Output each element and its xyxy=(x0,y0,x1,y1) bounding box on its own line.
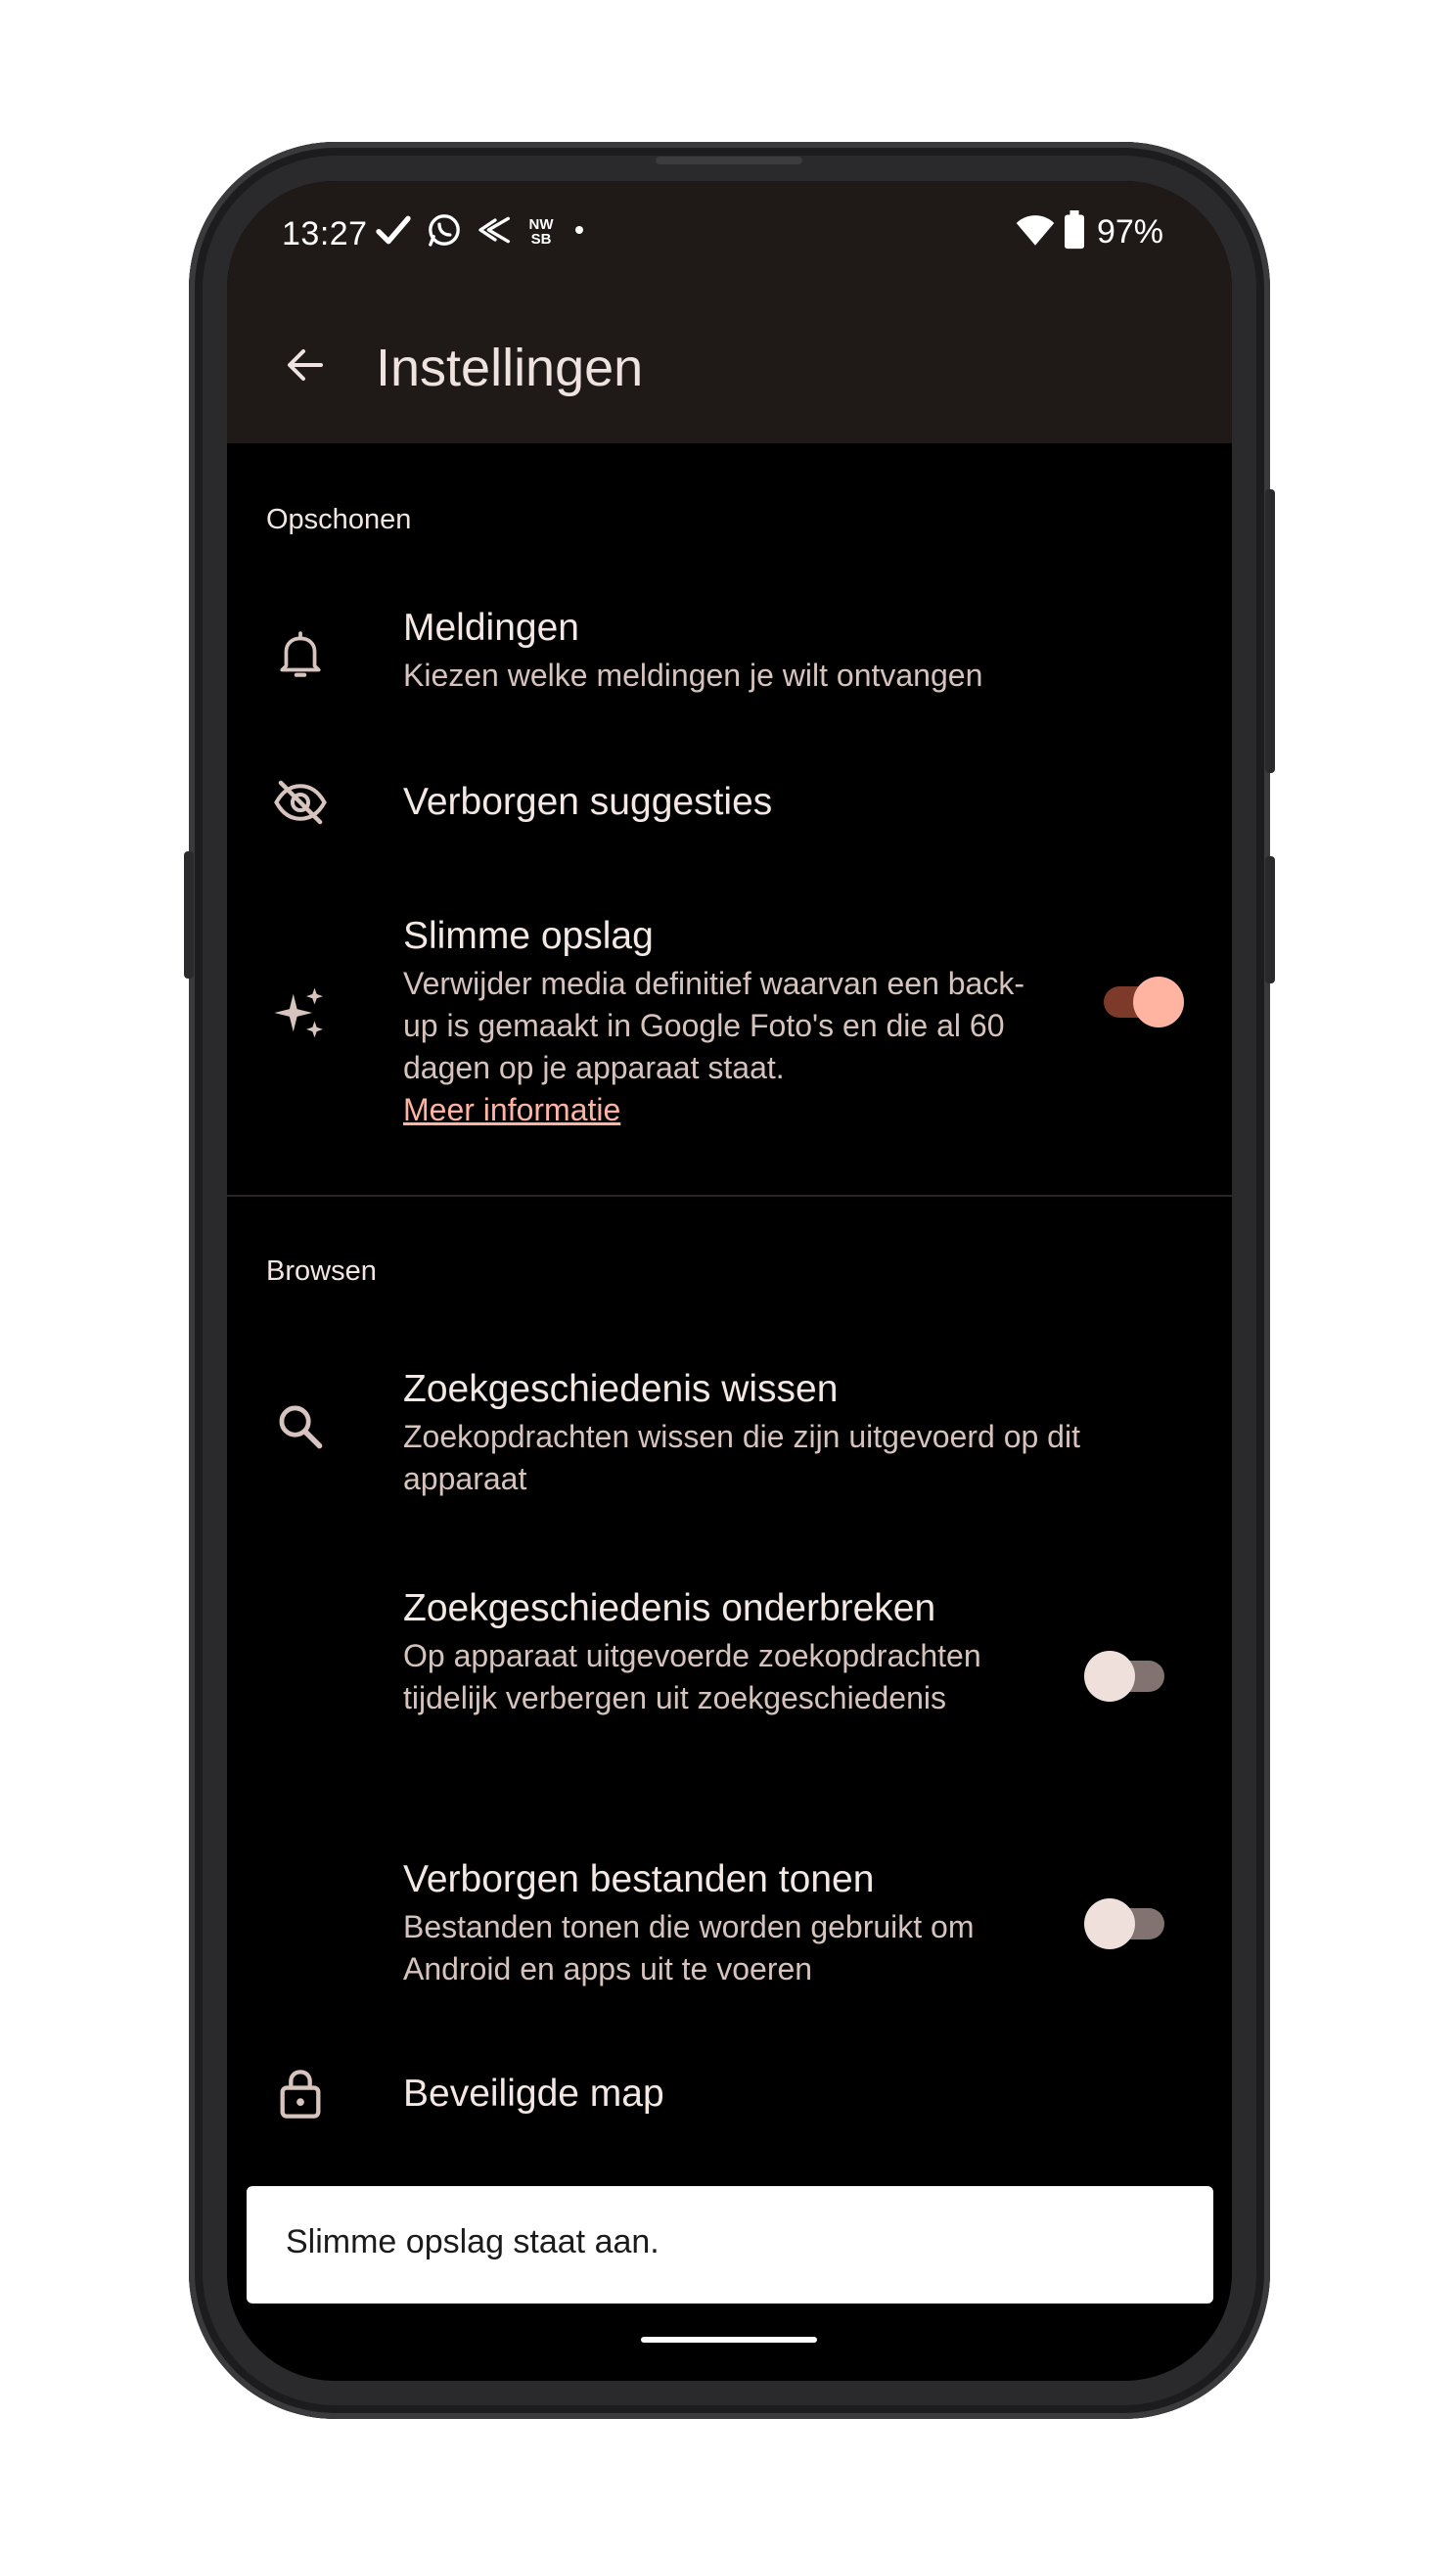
settings-item-clear-search-history[interactable]: Zoekgeschiedenis wissen Zoekopdrachten w… xyxy=(227,1346,1232,1512)
battery-icon xyxy=(1064,209,1085,254)
settings-item-show-hidden-files[interactable]: Verborgen bestanden tonen Bestanden tone… xyxy=(227,1842,1232,1988)
page-title: Instellingen xyxy=(376,339,644,397)
bell-icon xyxy=(266,621,335,690)
settings-item-hidden-suggestions[interactable]: Verborgen suggesties xyxy=(227,749,1232,856)
notification-icons: NW SB xyxy=(374,210,591,253)
hidden-suggestions-title: Verborgen suggesties xyxy=(403,781,773,823)
section-divider xyxy=(227,1195,1232,1197)
bird-app-icon xyxy=(476,210,515,254)
snackbar: Slimme opslag staat aan. xyxy=(247,2186,1213,2304)
smart-storage-subtitle: Verwijder media definitief waarvan een b… xyxy=(403,966,1024,1085)
side-button-left xyxy=(184,851,194,979)
show-hidden-files-subtitle: Bestanden tonen die worden gebruikt om A… xyxy=(403,1909,975,1986)
settings-item-pause-search-history[interactable]: Zoekgeschiedenis onderbreken Op apparaat… xyxy=(227,1571,1232,1766)
toggle-thumb xyxy=(1084,1651,1135,1702)
pause-search-history-toggle[interactable] xyxy=(1084,1651,1164,1702)
top-app-area: 13:27 NW SB 97% Instellingen xyxy=(227,181,1232,443)
smart-storage-toggle[interactable] xyxy=(1104,977,1184,1027)
snackbar-message: Slimme opslag staat aan. xyxy=(286,2223,660,2260)
volume-button xyxy=(1265,856,1275,983)
settings-item-smart-storage[interactable]: Slimme opslag Verwijder media definitief… xyxy=(227,881,1232,1127)
search-icon xyxy=(266,1392,335,1461)
system-status-icons: 97% xyxy=(1015,209,1163,254)
status-bar: 13:27 NW SB 97% xyxy=(227,181,1232,289)
show-hidden-files-title: Verborgen bestanden tonen xyxy=(403,1858,875,1900)
show-hidden-files-toggle[interactable] xyxy=(1084,1898,1164,1949)
sparkle-icon xyxy=(266,979,335,1047)
toggle-thumb xyxy=(1133,977,1184,1027)
pause-search-history-title: Zoekgeschiedenis onderbreken xyxy=(403,1587,936,1629)
app-bar: Instellingen xyxy=(227,289,1232,443)
power-button xyxy=(1265,489,1275,773)
home-indicator[interactable] xyxy=(641,2337,817,2343)
nwsb-app-icon: NW SB xyxy=(528,216,554,248)
whatsapp-icon xyxy=(425,210,464,254)
secure-folder-title: Beveiligde map xyxy=(403,2073,664,2115)
clear-search-history-title: Zoekgeschiedenis wissen xyxy=(403,1368,839,1410)
notifications-title: Meldingen xyxy=(403,607,579,649)
arrow-back-icon xyxy=(282,342,329,393)
dot-icon xyxy=(568,218,591,247)
notifications-subtitle: Kiezen welke meldingen je wilt ontvangen xyxy=(403,658,983,693)
wifi-icon xyxy=(1015,210,1056,254)
status-time: 13:27 xyxy=(282,215,368,252)
earpiece-speaker xyxy=(656,157,802,164)
toggle-thumb xyxy=(1084,1898,1135,1949)
check-icon xyxy=(374,210,413,254)
settings-item-secure-folder[interactable]: Beveiligde map xyxy=(227,2040,1232,2148)
phone-screen: 13:27 NW SB 97% Instellingen Opschonen M… xyxy=(227,181,1232,2381)
eye-off-icon xyxy=(266,768,335,837)
battery-percentage: 97% xyxy=(1096,212,1163,251)
lock-icon xyxy=(266,2060,335,2128)
smart-storage-title: Slimme opslag xyxy=(403,915,654,957)
section-header-browse: Browsen xyxy=(266,1255,377,1287)
more-info-link[interactable]: Meer informatie xyxy=(403,1089,1029,1131)
clear-search-history-subtitle: Zoekopdrachten wissen die zijn uitgevoer… xyxy=(403,1419,1080,1496)
back-button[interactable] xyxy=(266,328,344,406)
section-header-cleanup: Opschonen xyxy=(266,504,412,535)
settings-item-notifications[interactable]: Meldingen Kiezen welke meldingen je wilt… xyxy=(227,584,1232,731)
pause-search-history-subtitle: Op apparaat uitgevoerde zoekopdrachten t… xyxy=(403,1638,981,1715)
